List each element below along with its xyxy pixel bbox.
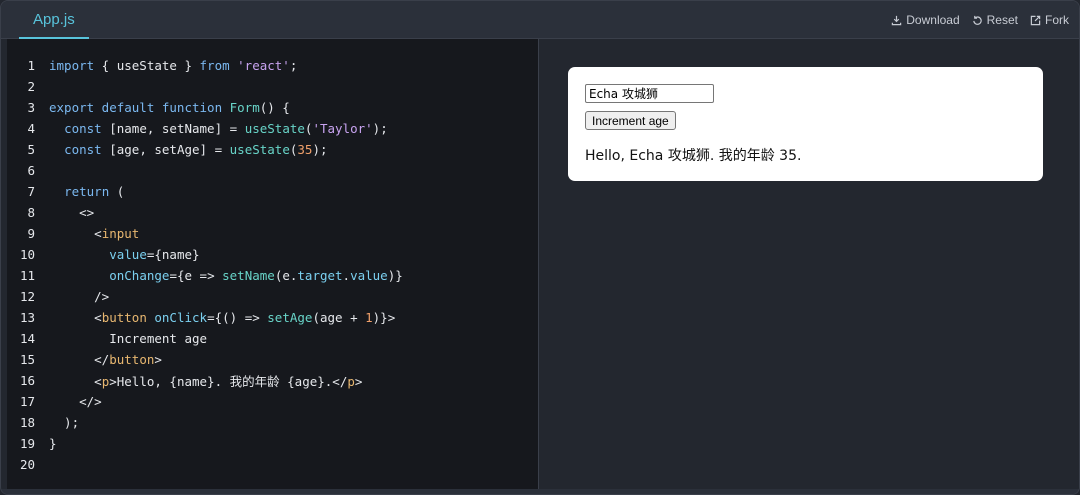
line-number: 10	[19, 247, 35, 262]
line-number: 3	[27, 100, 35, 115]
line-number: 17	[19, 394, 35, 409]
code-line: 14 Increment age	[7, 328, 538, 349]
code-line: 13 <button onClick={() => setAge(age + 1…	[7, 307, 538, 328]
line-number: 12	[19, 289, 35, 304]
code-line: 6	[7, 160, 538, 181]
code-line: 11 onChange={e => setName(e.target.value…	[7, 265, 538, 286]
line-number: 4	[27, 121, 35, 136]
line-number: 18	[19, 415, 35, 430]
line-number: 9	[27, 226, 35, 241]
sandbox-frame: App.js Download Reset Fork 1 import {us…	[0, 0, 1080, 495]
bottom-bar	[1, 489, 1079, 494]
fork-icon	[1030, 15, 1041, 25]
line-number: 11	[19, 268, 35, 283]
download-label: Download	[906, 13, 960, 27]
line-number: 8	[27, 205, 35, 220]
code-line: 10 value={name}	[7, 244, 538, 265]
line-number: 16	[19, 373, 35, 388]
code-line: 2	[7, 76, 538, 97]
line-number: 2	[27, 79, 35, 94]
code-line: 16 <p>Hello, {name}. 我的年龄 {age}.</p>	[7, 370, 538, 391]
name-input[interactable]: Echa 攻城狮	[585, 84, 714, 103]
download-button[interactable]: Download	[891, 13, 960, 27]
code-line: 4 const [name, setName] = useState('Tayl…	[7, 118, 538, 139]
preview-card: Echa 攻城狮 Increment age Hello, Echa 攻城狮. …	[568, 67, 1043, 181]
tab-app-js[interactable]: App.js	[19, 1, 89, 39]
line-number: 7	[27, 184, 35, 199]
code-line: 7 return (	[7, 181, 538, 202]
increment-age-button[interactable]: Increment age	[585, 111, 676, 130]
editor-toolbar: App.js Download Reset Fork	[1, 1, 1079, 39]
line-number: 1	[27, 58, 35, 73]
line-number: 5	[27, 142, 35, 157]
line-number: 19	[19, 436, 35, 451]
reset-button[interactable]: Reset	[972, 13, 1018, 27]
code-line: 1 import { useState } from 'react';	[7, 55, 538, 76]
code-line: 3 export default function Form() {	[7, 97, 538, 118]
line-number: 20	[19, 457, 35, 472]
code-line: 5 const [age, setAge] = useState(35);	[7, 139, 538, 160]
code-editor[interactable]: 1 import { useState } from 'react'; 2 3 ex…	[7, 39, 539, 489]
code-line: 12 />	[7, 286, 538, 307]
line-number: 6	[27, 163, 35, 178]
line-number: 14	[19, 331, 35, 346]
preview-pane: Echa 攻城狮 Increment age Hello, Echa 攻城狮. …	[540, 39, 1079, 489]
fork-label: Fork	[1045, 13, 1069, 27]
toolbar-actions: Download Reset Fork	[891, 1, 1069, 39]
code-line: 8 <>	[7, 202, 538, 223]
greeting-text: Hello, Echa 攻城狮. 我的年龄 35.	[585, 148, 802, 164]
code-line: 9 <input	[7, 223, 538, 244]
fork-button[interactable]: Fork	[1030, 13, 1069, 27]
line-number: 15	[19, 352, 35, 367]
code-line: 15 </button>	[7, 349, 538, 370]
download-icon	[892, 15, 902, 25]
reset-label: Reset	[986, 13, 1018, 27]
line-number: 13	[19, 310, 35, 325]
code-line: 19}	[7, 433, 538, 454]
code-line: 20	[7, 454, 538, 475]
reset-icon	[972, 15, 982, 25]
code-line: 17 </>	[7, 391, 538, 412]
code-line: 18 );	[7, 412, 538, 433]
